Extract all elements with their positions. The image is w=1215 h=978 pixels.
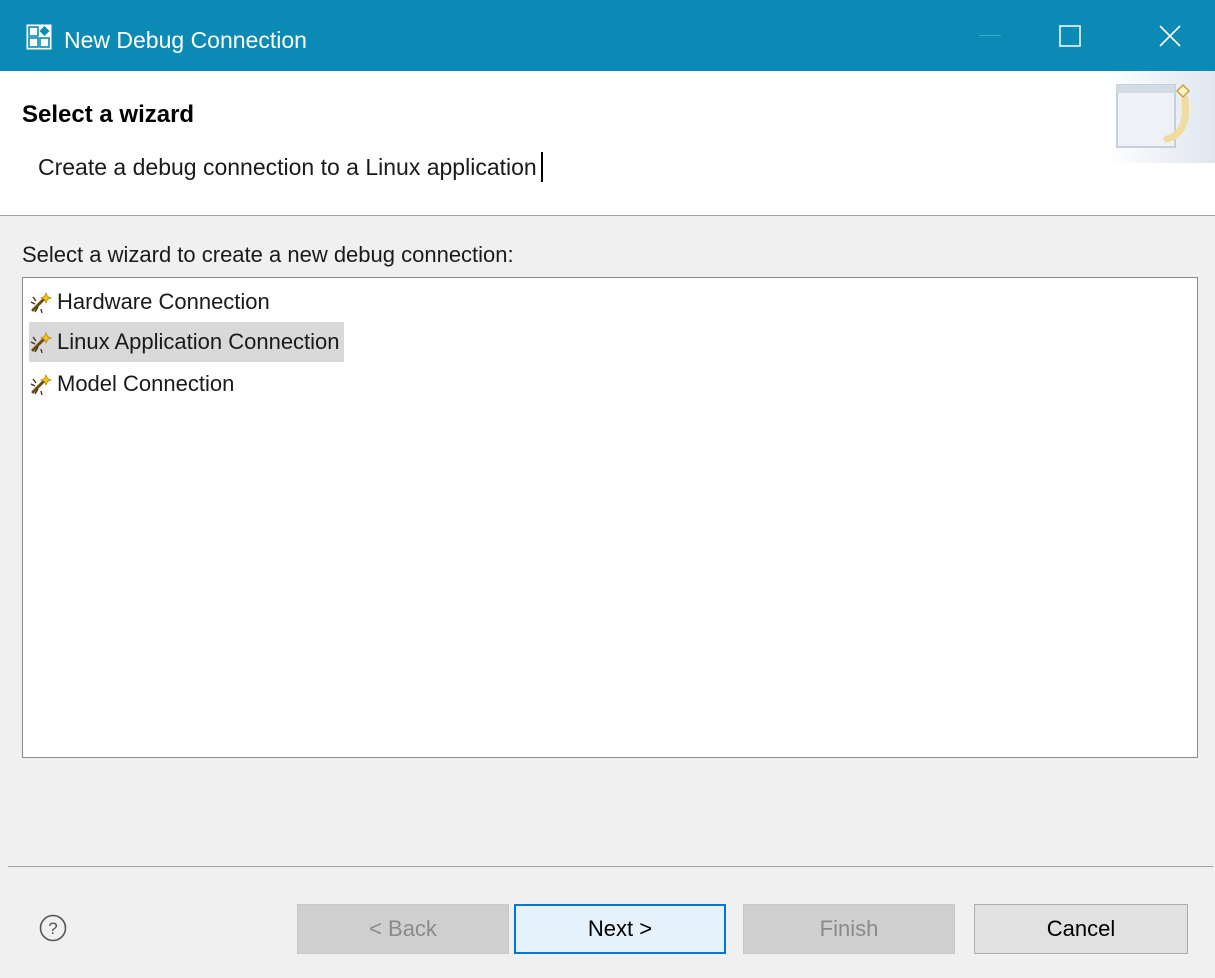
- page-title: Select a wizard: [22, 101, 195, 128]
- maximize-button[interactable]: [1025, 0, 1115, 71]
- wizard-item-label: Model Connection: [57, 371, 235, 396]
- next-button[interactable]: Next >: [514, 904, 726, 954]
- wizard-list-prompt: Select a wizard to create a new debug co…: [22, 242, 514, 267]
- back-button[interactable]: < Back: [297, 904, 509, 954]
- title-bar: New Debug Connection: [0, 0, 1215, 71]
- cancel-button[interactable]: Cancel: [974, 904, 1188, 954]
- wizard-header: Select a wizard Create a debug connectio…: [0, 71, 1215, 216]
- wizard-item-linux-application-connection[interactable]: Linux Application Connection: [29, 322, 344, 362]
- wizard-item-model-connection[interactable]: Model Connection: [29, 364, 238, 404]
- svg-text:?: ?: [48, 919, 57, 938]
- wizard-app-icon: [26, 24, 52, 50]
- wizard-item-label: Linux Application Connection: [57, 329, 340, 354]
- minimize-icon: [979, 34, 1001, 36]
- window-title: New Debug Connection: [64, 27, 307, 53]
- wizard-list[interactable]: Hardware Connection Linux Application Co…: [22, 277, 1198, 758]
- debug-connection-icon: [30, 331, 53, 354]
- footer-divider: [8, 866, 1213, 867]
- close-icon: [1159, 24, 1181, 47]
- help-icon[interactable]: ?: [38, 913, 68, 943]
- minimize-button[interactable]: [945, 0, 1035, 71]
- new-wizard-banner-icon: [1105, 71, 1215, 163]
- debug-connection-icon: [30, 291, 53, 314]
- debug-connection-icon: [30, 373, 53, 396]
- page-description: Create a debug connection to a Linux app…: [38, 152, 543, 182]
- wizard-item-label: Hardware Connection: [57, 289, 270, 314]
- finish-button[interactable]: Finish: [743, 904, 955, 954]
- wizard-item-hardware-connection[interactable]: Hardware Connection: [29, 282, 274, 322]
- close-button[interactable]: [1125, 0, 1215, 71]
- maximize-icon: [1059, 24, 1081, 47]
